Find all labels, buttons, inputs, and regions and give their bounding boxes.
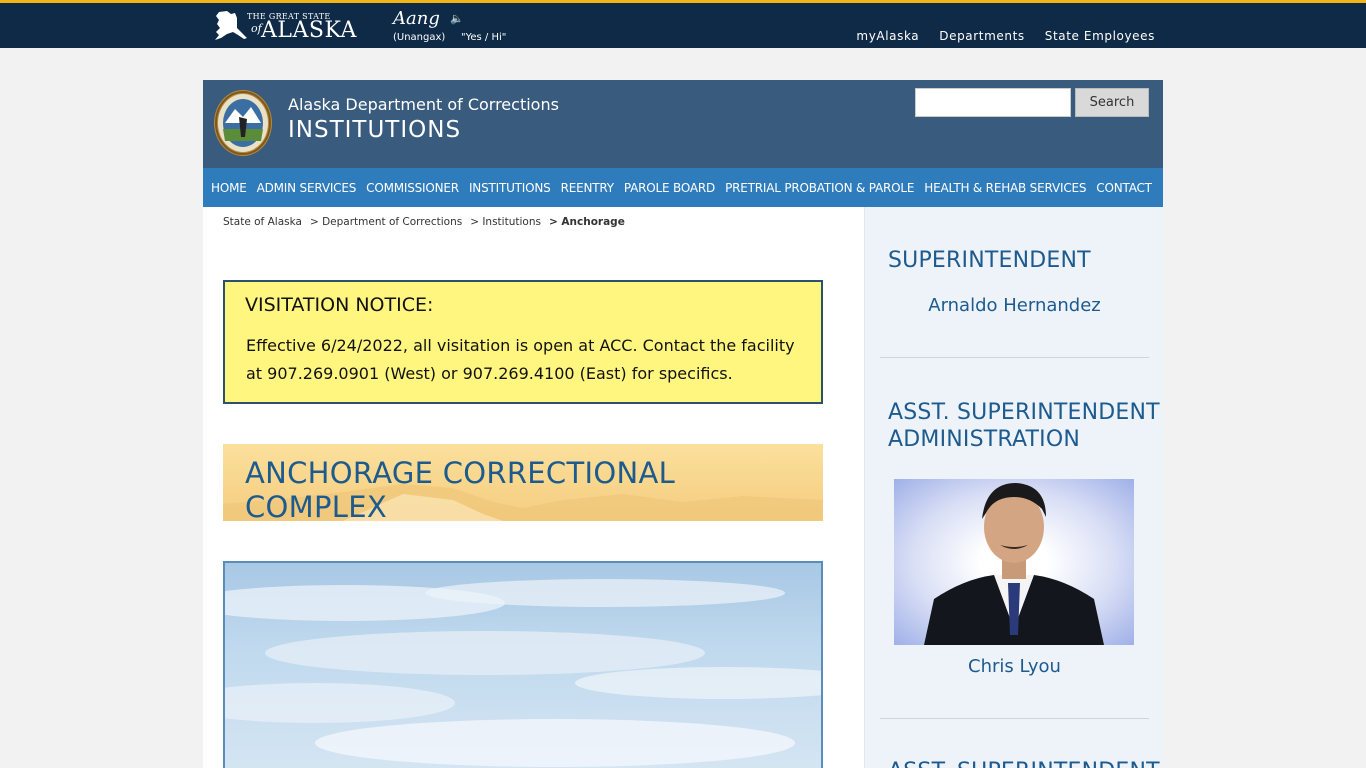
asst-superintendent-admin-heading: ASST. SUPERINTENDENT ADMINISTRATION [888, 399, 1160, 453]
nav-reentry[interactable]: REENTRY [561, 181, 615, 195]
portrait-image [924, 483, 1104, 645]
link-myalaska[interactable]: myAlaska [856, 29, 919, 43]
sidebar-divider [880, 357, 1149, 358]
link-departments[interactable]: Departments [939, 29, 1024, 43]
asst-heading-line1: ASST. SUPERINTENDENT [888, 400, 1160, 425]
facility-banner: ANCHORAGE CORRECTIONAL COMPLEX [223, 444, 823, 521]
link-state-employees[interactable]: State Employees [1045, 29, 1155, 43]
nav-pretrial-probation-parole[interactable]: PRETRIAL PROBATION & PAROLE [725, 181, 914, 195]
breadcrumb-corrections[interactable]: > Department of Corrections [310, 216, 462, 228]
breadcrumb-current: > Anchorage [548, 216, 625, 228]
nav-home[interactable]: HOME [211, 181, 247, 195]
sky-clouds-image [225, 579, 821, 767]
notice-title: VISITATION NOTICE: [245, 294, 434, 316]
superintendent-heading: SUPERINTENDENT [888, 248, 1091, 273]
doc-seal-icon[interactable] [213, 89, 273, 157]
leadership-sidebar: SUPERINTENDENT Arnaldo Hernandez ASST. S… [864, 207, 1163, 768]
department-header: Alaska Department of Corrections INSTITU… [203, 80, 1163, 168]
search-input[interactable] [915, 88, 1071, 117]
state-of-alaska-logo[interactable]: THE GREAT STATE of ALASKA [213, 8, 356, 44]
visitation-notice: VISITATION NOTICE: Effective 6/24/2022, … [223, 280, 823, 404]
native-word-meaning: "Yes / Hi" [461, 32, 507, 43]
speaker-icon[interactable]: 🔈 [450, 12, 464, 25]
notice-body: Effective 6/24/2022, all visitation is o… [246, 336, 795, 383]
breadcrumb: State of Alaska > Department of Correcti… [223, 216, 625, 228]
division-title: INSTITUTIONS [288, 117, 462, 143]
nav-contact[interactable]: CONTACT [1096, 181, 1152, 195]
superintendent-name: Arnaldo Hernandez [928, 295, 1101, 316]
nav-health-rehab-services[interactable]: HEALTH & REHAB SERVICES [924, 181, 1086, 195]
alaska-map-icon [215, 11, 247, 40]
sidebar-divider [880, 718, 1149, 719]
nav-institutions[interactable]: INSTITUTIONS [469, 181, 551, 195]
chris-lyou-photo [894, 479, 1134, 645]
native-language: (Unangax) [393, 32, 446, 43]
logo-alaska: ALASKA [261, 18, 357, 43]
state-top-bar: THE GREAT STATE of ALASKA Aang 🔈 (Unanga… [0, 0, 1366, 48]
page-container: Alaska Department of Corrections INSTITU… [203, 80, 1163, 768]
nav-parole-board[interactable]: PAROLE BOARD [624, 181, 715, 195]
nav-admin-services[interactable]: ADMIN SERVICES [257, 181, 357, 195]
facility-title: ANCHORAGE CORRECTIONAL COMPLEX [245, 456, 676, 521]
native-word: Aang [393, 8, 440, 29]
breadcrumb-institutions[interactable]: > Institutions [470, 216, 541, 228]
facility-photo [223, 561, 823, 768]
asst-superintendent-heading: ASST. SUPERINTENDENT [888, 758, 1160, 768]
nav-commissioner[interactable]: COMMISSIONER [366, 181, 459, 195]
department-name: Alaska Department of Corrections [288, 95, 559, 114]
state-links: myAlaska Departments State Employees [856, 29, 1155, 43]
breadcrumb-state-of-alaska[interactable]: State of Alaska [223, 216, 302, 228]
main-nav: HOME ADMIN SERVICES COMMISSIONER INSTITU… [203, 168, 1163, 207]
search-button[interactable]: Search [1075, 88, 1149, 117]
asst-heading-line2: ADMINISTRATION [888, 427, 1081, 452]
asst-superintendent-name: Chris Lyou [968, 656, 1061, 677]
